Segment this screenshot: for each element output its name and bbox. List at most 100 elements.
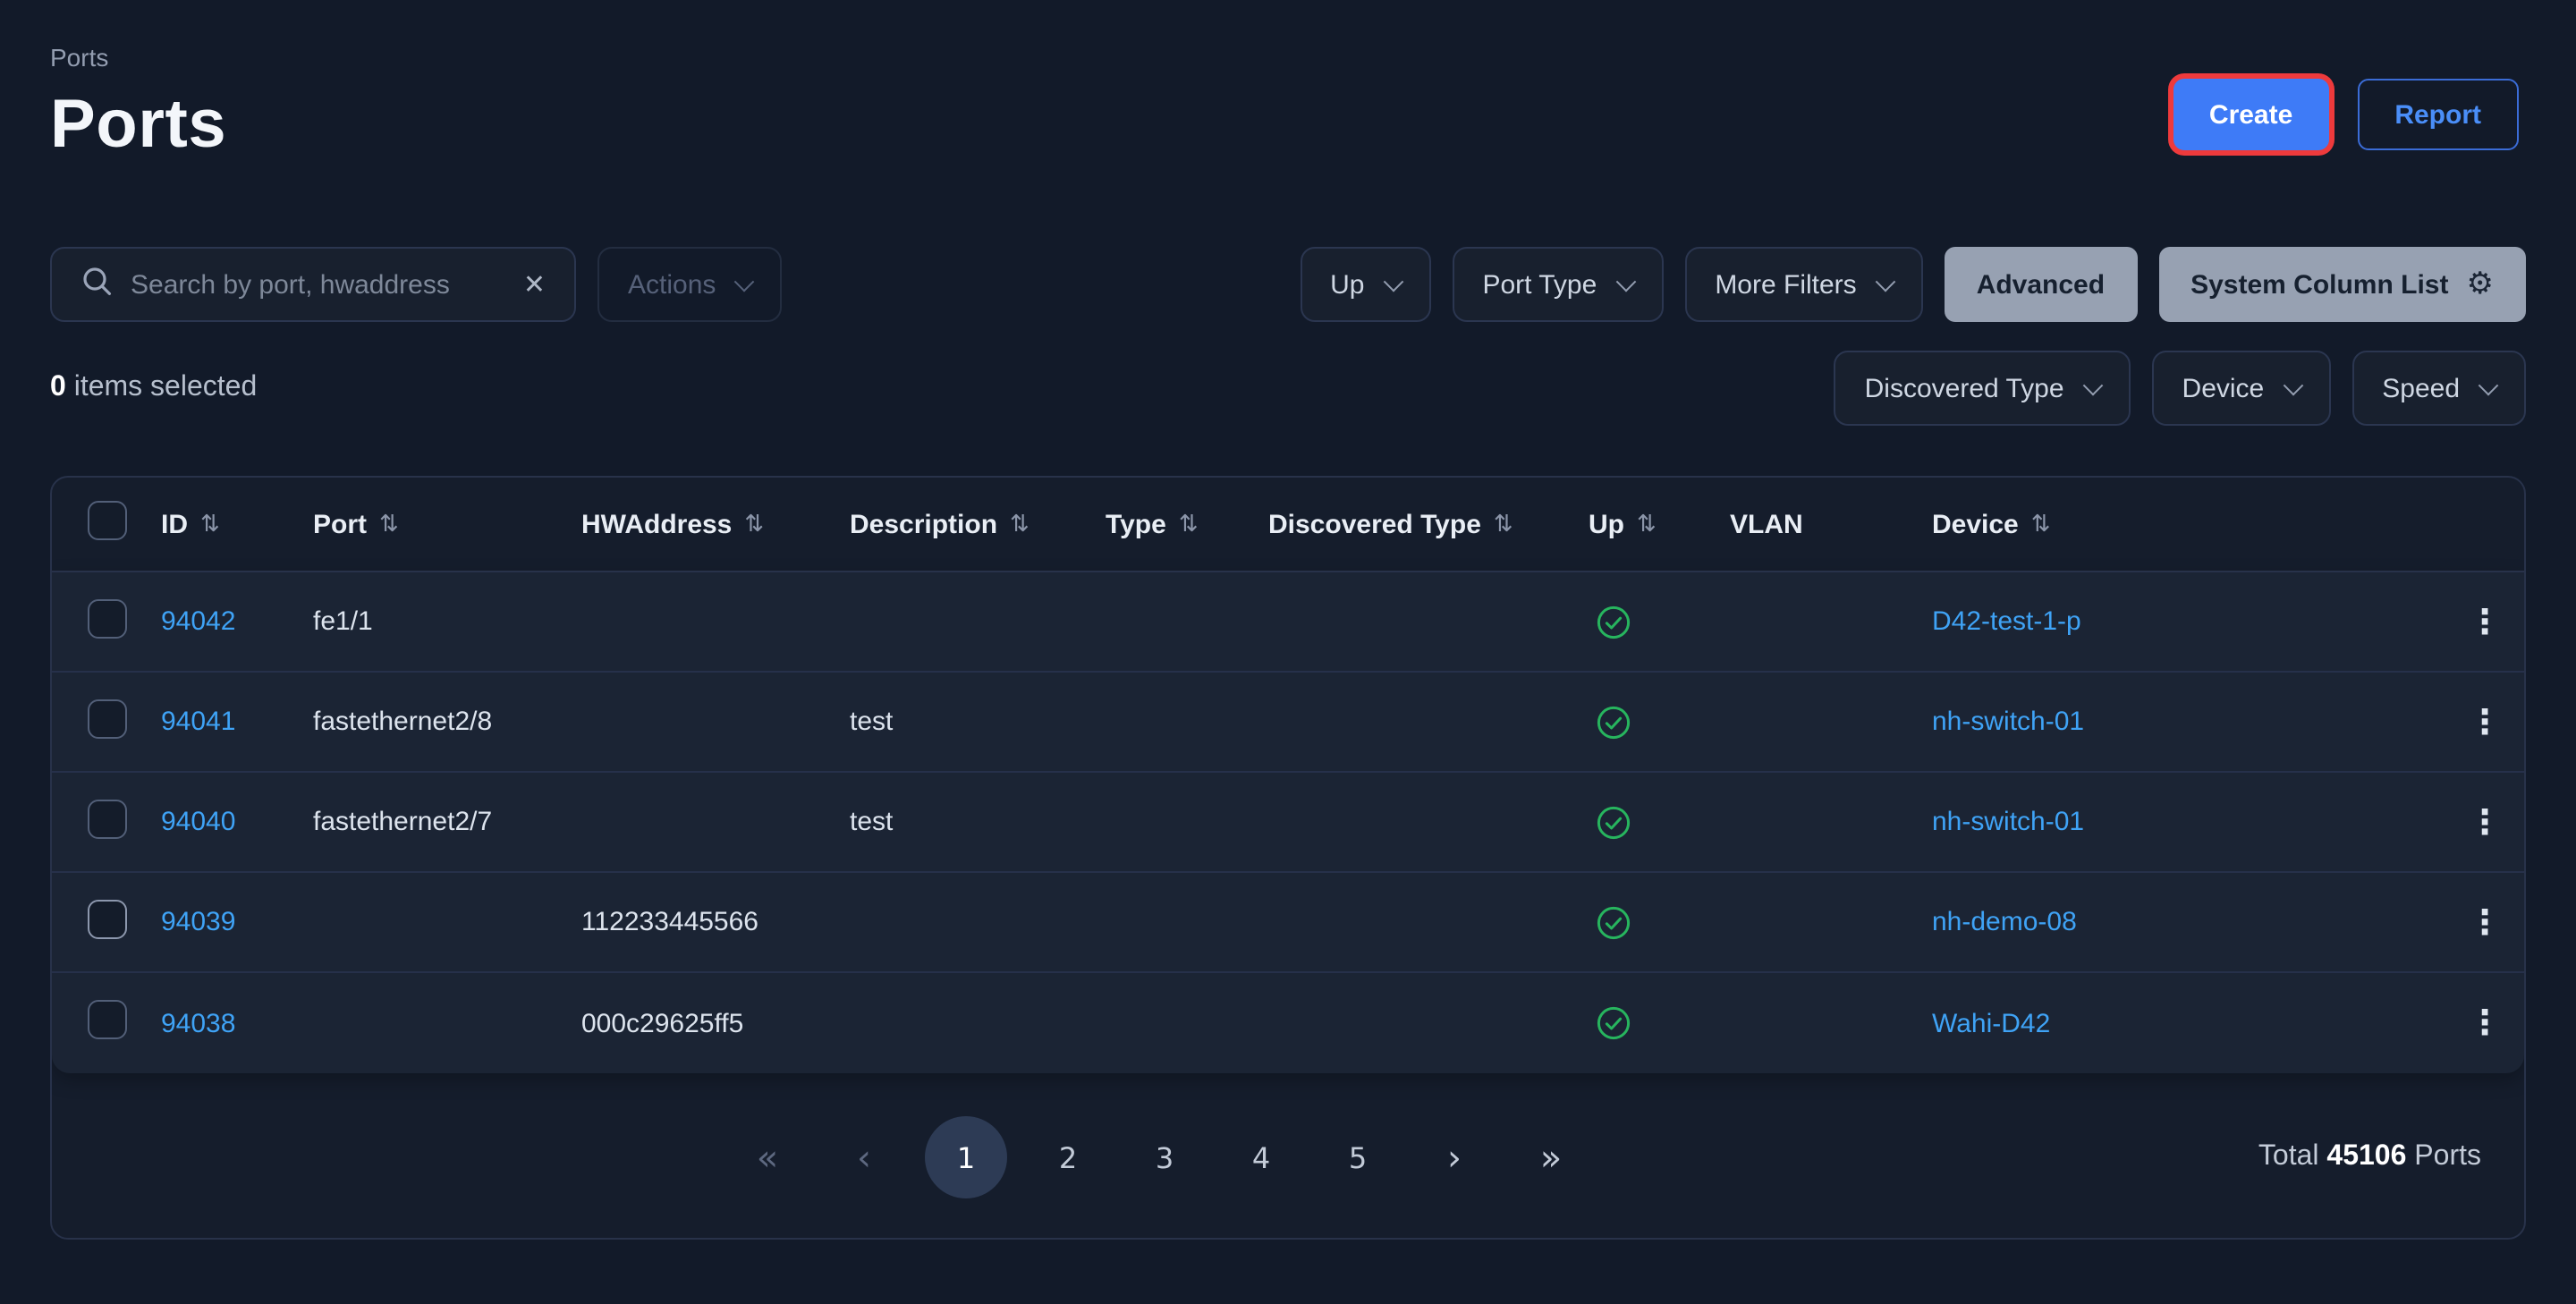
clear-search-icon[interactable]: ✕ [523, 268, 546, 301]
page-5-button[interactable]: 5 [1322, 1122, 1394, 1193]
create-button[interactable]: Create [2174, 79, 2328, 150]
next-page-button[interactable]: › [1419, 1122, 1490, 1193]
total-count-text: Total 45106 Ports [2258, 1141, 2481, 1173]
page-1-button[interactable]: 1 [925, 1116, 1007, 1198]
port-id-link[interactable]: 94041 [161, 707, 235, 737]
row-checkbox[interactable] [88, 699, 127, 738]
secondary-filter-group: Discovered Type Device Speed [1835, 351, 2526, 426]
chevron-down-icon [734, 272, 755, 292]
prev-page-button[interactable]: ‹ [828, 1122, 900, 1193]
port-type-filter-label: Port Type [1482, 269, 1597, 300]
port-cell: fastethernet2/7 [313, 807, 581, 837]
system-column-list-label: System Column List [2190, 269, 2448, 300]
chevron-down-icon [2082, 376, 2103, 396]
row-checkbox[interactable] [88, 799, 127, 838]
selection-status: 0 items selected [50, 372, 257, 404]
row-actions-menu-icon[interactable]: ⋮ [2468, 602, 2502, 641]
port-id-link[interactable]: 94038 [161, 1008, 235, 1038]
filter-row-secondary: 0 items selected Discovered Type Device … [50, 351, 2526, 426]
advanced-button[interactable]: Advanced [1945, 247, 2137, 322]
pagination-bar: « ‹ 1 2 3 4 5 › » Total 45106 Ports [52, 1073, 2524, 1240]
page-2-button[interactable]: 2 [1032, 1122, 1104, 1193]
row-actions-menu-icon[interactable]: ⋮ [2468, 702, 2502, 741]
up-status-cell [1589, 604, 1730, 639]
last-page-button[interactable]: » [1515, 1122, 1587, 1193]
gear-icon: ⚙ [2467, 267, 2495, 302]
device-link[interactable]: nh-switch-01 [1932, 807, 2084, 837]
up-check-icon [1596, 704, 1631, 740]
actions-dropdown-label: Actions [628, 269, 716, 300]
up-status-cell [1589, 704, 1730, 740]
sort-icon[interactable]: ⇅ [2031, 511, 2051, 538]
sort-icon[interactable]: ⇅ [744, 511, 764, 538]
chevron-down-icon [2283, 376, 2303, 396]
device-link[interactable]: nh-demo-08 [1932, 907, 2077, 937]
actions-dropdown[interactable]: Actions [597, 247, 782, 322]
sort-icon[interactable]: ⇅ [1637, 511, 1657, 538]
column-header-discovered-type[interactable]: Discovered Type⇅ [1268, 509, 1589, 539]
row-actions-menu-icon[interactable]: ⋮ [2468, 1003, 2502, 1043]
device-link[interactable]: Wahi-D42 [1932, 1008, 2050, 1038]
port-id-link[interactable]: 94042 [161, 606, 235, 637]
column-header-port[interactable]: Port⇅ [313, 509, 581, 539]
page-3-button[interactable]: 3 [1129, 1122, 1200, 1193]
sort-icon[interactable]: ⇅ [379, 511, 399, 538]
table-header-row: ID⇅ Port⇅ HWAddress⇅ Description⇅ Type⇅ … [52, 478, 2524, 571]
table-row: 94042 fe1/1 D42-test-1-p ⋮ [52, 572, 2524, 673]
total-count-value: 45106 [2326, 1141, 2406, 1172]
sort-icon[interactable]: ⇅ [1179, 511, 1199, 538]
up-check-icon [1596, 804, 1631, 840]
port-id-link[interactable]: 94039 [161, 907, 235, 937]
system-column-list-button[interactable]: System Column List ⚙ [2158, 247, 2526, 322]
port-cell: fastethernet2/8 [313, 707, 581, 737]
discovered-type-filter-label: Discovered Type [1865, 373, 2064, 403]
selection-label: items selected [66, 372, 257, 402]
row-checkbox[interactable] [88, 899, 127, 938]
sort-icon[interactable]: ⇅ [200, 511, 220, 538]
row-actions-menu-icon[interactable]: ⋮ [2468, 802, 2502, 842]
search-icon [80, 265, 113, 304]
port-cell: fe1/1 [313, 606, 581, 637]
table-body: 94042 fe1/1 D42-test-1-p ⋮ 94041 fasteth… [52, 571, 2524, 1073]
port-type-filter-dropdown[interactable]: Port Type [1452, 247, 1663, 322]
discovered-type-filter-dropdown[interactable]: Discovered Type [1835, 351, 2131, 426]
page-title: Ports [50, 86, 226, 165]
device-link[interactable]: nh-switch-01 [1932, 707, 2084, 737]
row-checkbox[interactable] [88, 598, 127, 638]
column-header-hwaddress[interactable]: HWAddress⇅ [581, 509, 850, 539]
page-4-button[interactable]: 4 [1225, 1122, 1297, 1193]
port-id-link[interactable]: 94040 [161, 807, 235, 837]
column-header-type[interactable]: Type⇅ [1106, 509, 1268, 539]
column-header-description[interactable]: Description⇅ [850, 509, 1106, 539]
search-input[interactable] [131, 269, 505, 300]
speed-filter-label: Speed [2382, 373, 2460, 403]
speed-filter-dropdown[interactable]: Speed [2351, 351, 2526, 426]
device-filter-label: Device [2182, 373, 2265, 403]
sort-icon[interactable]: ⇅ [1010, 511, 1030, 538]
row-actions-menu-icon[interactable]: ⋮ [2468, 902, 2502, 942]
more-filters-dropdown[interactable]: More Filters [1684, 247, 1922, 322]
table-row: 94041 fastethernet2/8 test nh-switch-01 … [52, 673, 2524, 773]
row-checkbox[interactable] [88, 1000, 127, 1039]
up-check-icon [1596, 604, 1631, 639]
report-button[interactable]: Report [2357, 79, 2519, 150]
ports-page: Ports Ports Create Report ✕ Actions [0, 0, 2576, 1304]
chevron-down-icon [2479, 376, 2499, 396]
sort-icon[interactable]: ⇅ [1494, 511, 1513, 538]
device-link[interactable]: D42-test-1-p [1932, 606, 2081, 637]
table-row: 94039 112233445566 nh-demo-08 ⋮ [52, 873, 2524, 973]
column-header-up[interactable]: Up⇅ [1589, 509, 1730, 539]
first-page-button[interactable]: « [732, 1122, 803, 1193]
up-filter-dropdown[interactable]: Up [1300, 247, 1430, 322]
up-check-icon [1596, 904, 1631, 940]
ports-table-card: ID⇅ Port⇅ HWAddress⇅ Description⇅ Type⇅ … [50, 476, 2526, 1240]
select-all-checkbox[interactable] [88, 501, 127, 540]
up-status-cell [1589, 804, 1730, 840]
column-header-device[interactable]: Device⇅ [1932, 509, 2445, 539]
device-filter-dropdown[interactable]: Device [2152, 351, 2331, 426]
search-box[interactable]: ✕ [50, 247, 576, 322]
more-filters-label: More Filters [1715, 269, 1856, 300]
up-check-icon [1596, 1005, 1631, 1041]
selection-count: 0 [50, 372, 66, 402]
column-header-id[interactable]: ID⇅ [161, 509, 313, 539]
